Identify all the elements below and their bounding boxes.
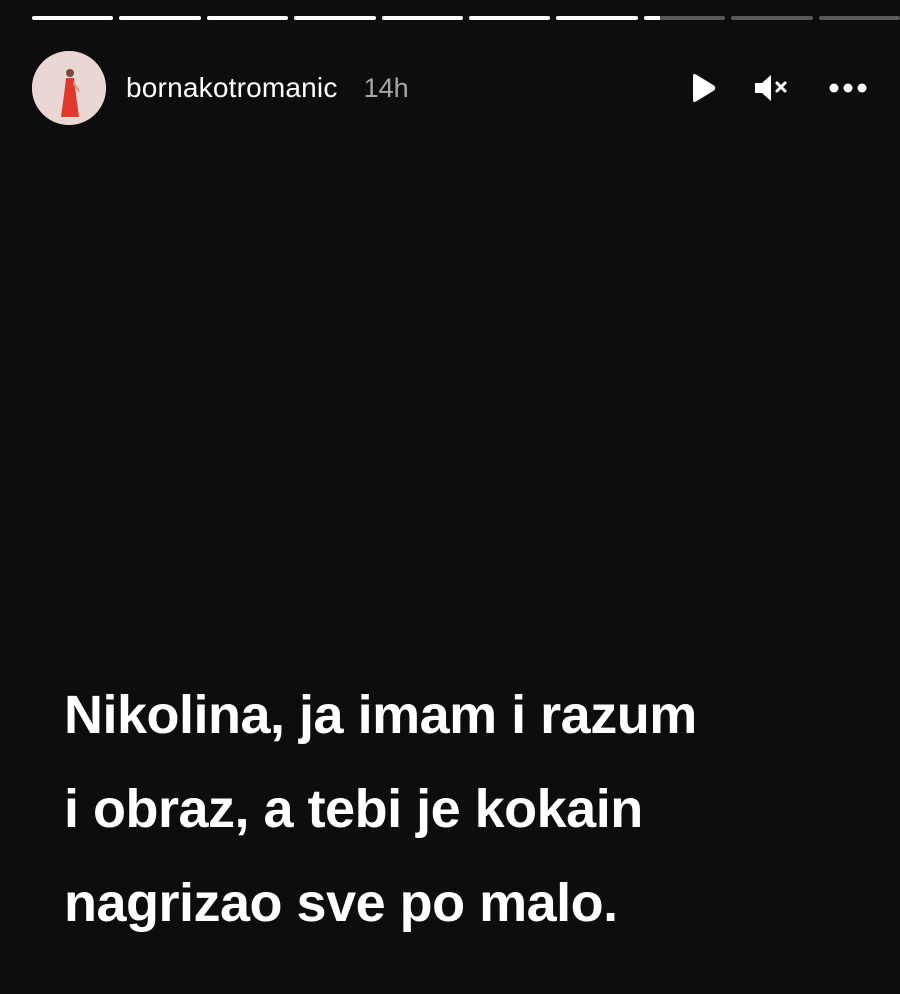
progress-segment-fill [469, 16, 551, 20]
avatar[interactable] [32, 51, 106, 125]
play-icon [693, 74, 716, 102]
profile-photo-icon [32, 51, 106, 125]
more-options-icon [829, 83, 867, 93]
mute-button[interactable] [746, 62, 798, 114]
post-time: 14h [363, 72, 409, 103]
progress-segment [818, 16, 900, 20]
progress-segment [469, 16, 551, 20]
story-header: bornakotromanic 14h [32, 48, 880, 128]
story-text-line: nagrizao sve po malo. [64, 873, 618, 933]
progress-segment-fill [32, 16, 114, 20]
progress-segment [556, 16, 638, 20]
progress-segment-fill [119, 16, 201, 20]
progress-segment [119, 16, 201, 20]
story-text-line: i obraz, a tebi je kokain [64, 779, 643, 839]
progress-segment [731, 16, 813, 20]
progress-segment-fill [381, 16, 464, 20]
progress-segment-fill [556, 16, 638, 20]
play-button[interactable] [676, 62, 728, 114]
progress-segment [294, 16, 376, 20]
story-viewer[interactable]: bornakotromanic 14h Nikolina, ja imam i … [0, 0, 900, 994]
speaker-muted-icon [755, 75, 787, 101]
username[interactable]: bornakotromanic [126, 72, 338, 104]
progress-segment-fill [294, 16, 376, 20]
progress-segment-fill [643, 16, 661, 20]
progress-segment [206, 16, 289, 20]
story-text-line: Nikolina, ja imam i razum [64, 685, 697, 745]
story-controls [676, 62, 874, 114]
progress-segment [32, 16, 114, 20]
progress-segment [381, 16, 464, 20]
more-options-button[interactable] [822, 62, 874, 114]
story-text: Nikolina, ja imam i razum i obraz, a teb… [64, 668, 864, 950]
story-progress-bar [32, 16, 900, 20]
progress-segment [643, 16, 726, 20]
progress-segment-fill [206, 16, 289, 20]
